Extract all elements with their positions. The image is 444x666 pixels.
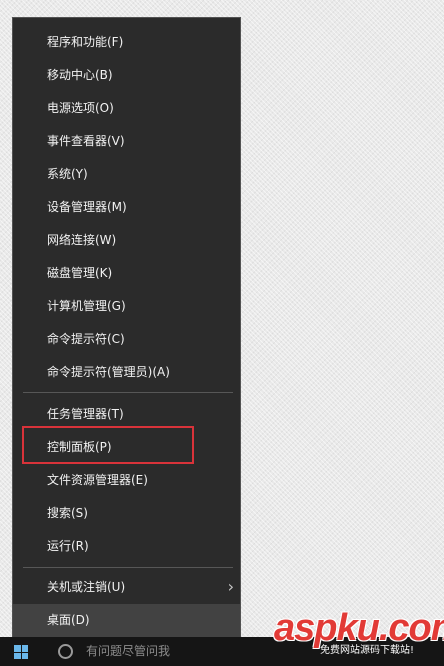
- menu-item-search[interactable]: 搜索(S): [13, 497, 240, 530]
- menu-item-event-viewer[interactable]: 事件查看器(V): [13, 125, 240, 158]
- menu-item-command-prompt[interactable]: 命令提示符(C): [13, 323, 240, 356]
- menu-item-label: 关机或注销(U): [47, 580, 126, 594]
- search-placeholder: 有问题尽管问我: [86, 644, 171, 658]
- menu-item-mobility-center[interactable]: 移动中心(B): [13, 59, 240, 92]
- menu-item-task-manager[interactable]: 任务管理器(T): [13, 398, 240, 431]
- menu-item-system[interactable]: 系统(Y): [13, 158, 240, 191]
- menu-item-control-panel[interactable]: 控制面板(P): [13, 431, 240, 464]
- menu-item-network-connections[interactable]: 网络连接(W): [13, 224, 240, 257]
- menu-item-command-prompt-admin[interactable]: 命令提示符(管理员)(A): [13, 356, 240, 389]
- watermark: aspku.com 免费网站源码下载站!: [270, 606, 444, 666]
- chevron-right-icon: ›: [227, 577, 234, 596]
- menu-item-programs-features[interactable]: 程序和功能(F): [13, 26, 240, 59]
- watermark-tagline: 免费网站源码下载站!: [320, 645, 415, 656]
- menu-item-computer-management[interactable]: 计算机管理(G): [13, 290, 240, 323]
- menu-item-file-explorer[interactable]: 文件资源管理器(E): [13, 464, 240, 497]
- menu-separator: [23, 567, 233, 568]
- context-menu: 程序和功能(F) 移动中心(B) 电源选项(O) 事件查看器(V) 系统(Y) …: [12, 17, 241, 637]
- menu-item-run[interactable]: 运行(R): [13, 530, 240, 563]
- cortana-circle-icon: [58, 644, 73, 659]
- menu-item-desktop[interactable]: 桌面(D): [13, 604, 240, 637]
- taskbar-search-box[interactable]: 有问题尽管问我: [56, 637, 256, 666]
- menu-item-device-manager[interactable]: 设备管理器(M): [13, 191, 240, 224]
- menu-separator: [23, 392, 233, 393]
- menu-item-disk-management[interactable]: 磁盘管理(K): [13, 257, 240, 290]
- windows-logo-icon[interactable]: [14, 645, 28, 659]
- menu-item-shutdown-signout[interactable]: 关机或注销(U) ›: [13, 571, 240, 604]
- menu-item-power-options[interactable]: 电源选项(O): [13, 92, 240, 125]
